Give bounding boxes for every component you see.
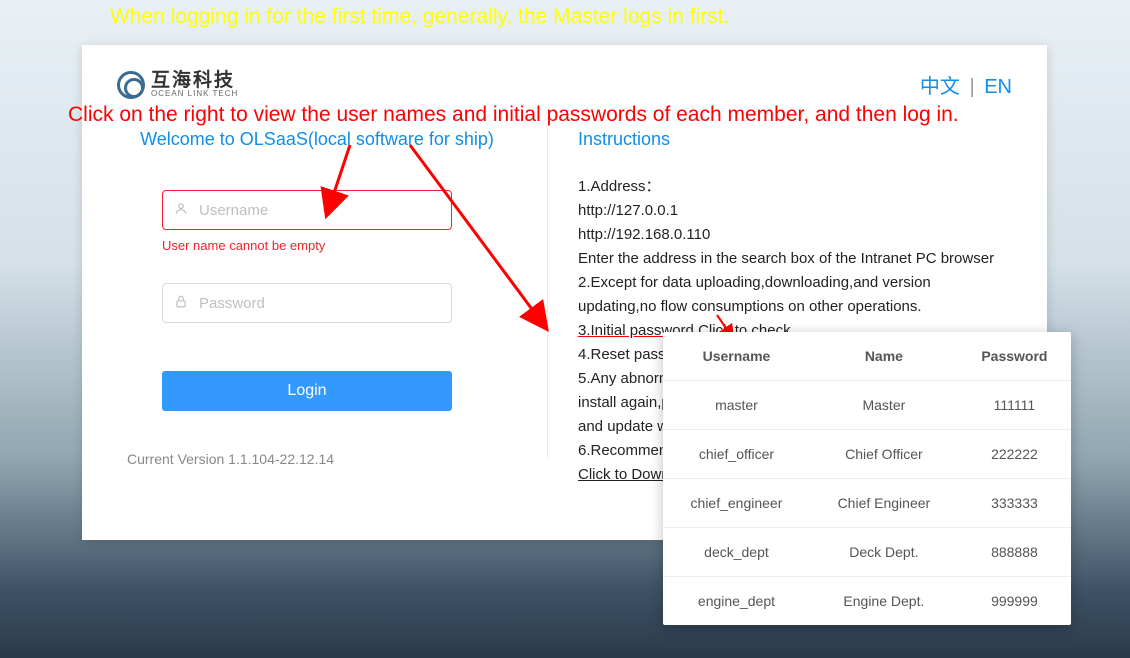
- th-name: Name: [810, 332, 958, 381]
- brand-logo: 互海科技 OCEAN LINK TECH: [117, 71, 238, 99]
- table-row: deck_deptDeck Dept.888888: [663, 528, 1071, 577]
- header-row: 互海科技 OCEAN LINK TECH 中文 | EN: [117, 70, 1012, 99]
- cell-username: engine_dept: [663, 577, 810, 626]
- cell-name: Chief Officer: [810, 430, 958, 479]
- instr-addr2: http://192.168.0.110: [578, 223, 1012, 247]
- arrow-to-username: [320, 140, 360, 220]
- table-row: engine_deptEngine Dept.999999: [663, 577, 1071, 626]
- lang-en-link[interactable]: EN: [984, 76, 1012, 98]
- cell-name: Deck Dept.: [810, 528, 958, 577]
- language-switcher: 中文 | EN: [920, 70, 1012, 99]
- instructions-title: Instructions: [578, 129, 1012, 150]
- cell-password: 222222: [958, 430, 1071, 479]
- lock-icon: [174, 295, 188, 312]
- logo-text-cn: 互海科技: [151, 71, 238, 90]
- lang-cn-link[interactable]: 中文: [920, 76, 960, 98]
- annotation-top: When logging in for the first time, gene…: [110, 5, 729, 29]
- instr-addr1: http://127.0.0.1: [578, 199, 1012, 223]
- cell-name: Master: [810, 381, 958, 430]
- cell-password: 111111: [958, 381, 1071, 430]
- arrow-to-popup: [400, 140, 560, 335]
- credentials-popup: Username Name Password masterMaster11111…: [663, 332, 1071, 625]
- cell-username: deck_dept: [663, 528, 810, 577]
- cell-name: Engine Dept.: [810, 577, 958, 626]
- cell-password: 999999: [958, 577, 1071, 626]
- cell-password: 888888: [958, 528, 1071, 577]
- cell-password: 333333: [958, 479, 1071, 528]
- instr-addr-note: Enter the address in the search box of t…: [578, 247, 1012, 271]
- login-button[interactable]: Login: [162, 371, 452, 411]
- instr-line1: 1.Address：: [578, 175, 1012, 199]
- cell-username: chief_officer: [663, 430, 810, 479]
- credentials-table: Username Name Password masterMaster11111…: [663, 332, 1071, 625]
- instr-line2: 2.Except for data uploading,downloading,…: [578, 271, 1012, 319]
- th-password: Password: [958, 332, 1071, 381]
- cell-username: chief_engineer: [663, 479, 810, 528]
- logo-text-en: OCEAN LINK TECH: [151, 90, 238, 98]
- table-row: masterMaster111111: [663, 381, 1071, 430]
- user-icon: [174, 202, 188, 219]
- th-username: Username: [663, 332, 810, 381]
- table-row: chief_officerChief Officer222222: [663, 430, 1071, 479]
- logo-icon: [117, 71, 145, 99]
- cell-name: Chief Engineer: [810, 479, 958, 528]
- annotation-red: Click on the right to view the user name…: [68, 103, 959, 127]
- version-text: Current Version 1.1.104-22.12.14: [127, 451, 517, 467]
- cell-username: master: [663, 381, 810, 430]
- table-row: chief_engineerChief Engineer333333: [663, 479, 1071, 528]
- lang-separator: |: [969, 76, 974, 98]
